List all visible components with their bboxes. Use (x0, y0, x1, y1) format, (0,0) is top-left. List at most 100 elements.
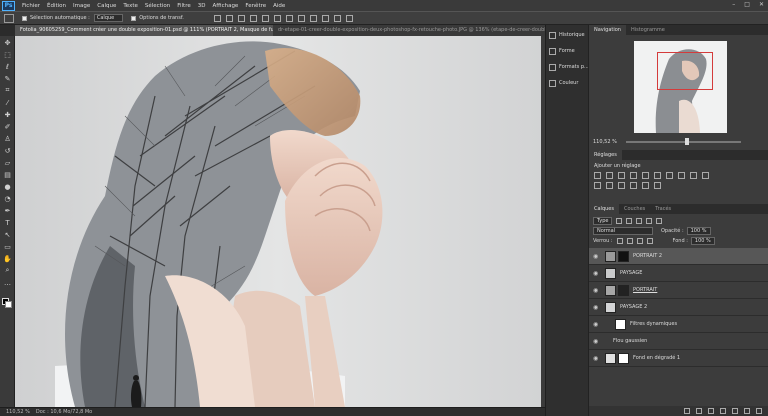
distribute-middle-icon[interactable] (297, 14, 305, 22)
visibility-eye-icon[interactable]: ◉ (593, 253, 601, 260)
color-lookup-icon[interactable] (594, 182, 601, 189)
navigator-zoom-value[interactable]: 110,52 % (593, 139, 617, 145)
panel-shapes[interactable]: Forme (549, 45, 588, 57)
menu-type[interactable]: Texte (123, 3, 138, 9)
close-button[interactable]: ✕ (759, 1, 764, 8)
menu-3d[interactable]: 3D (198, 3, 206, 9)
panel-color[interactable]: Couleur (549, 77, 588, 89)
filter-type-icon[interactable] (636, 218, 643, 224)
blur-tool-icon[interactable]: ● (3, 182, 12, 191)
fill-input[interactable]: 100 % (690, 237, 715, 245)
filter-smart-object-icon[interactable] (656, 218, 663, 224)
gradient-map-icon[interactable] (642, 182, 649, 189)
rectangle-tool-icon[interactable]: ▭ (3, 242, 12, 251)
hue-saturation-icon[interactable] (654, 172, 661, 179)
navigator-view-frame[interactable] (657, 52, 713, 90)
levels-icon[interactable] (606, 172, 613, 179)
align-center-icon[interactable] (261, 14, 269, 22)
blend-mode-dropdown[interactable]: Normal (593, 227, 653, 235)
tab-adjustments[interactable]: Réglages (589, 150, 622, 160)
brightness-icon[interactable] (594, 172, 601, 179)
panel-paragraph[interactable]: Formats p... (549, 61, 589, 73)
lock-paint-icon[interactable] (626, 238, 633, 244)
mask-thumb-icon[interactable] (618, 250, 629, 262)
brush-tool-icon[interactable]: ✐ (3, 122, 12, 131)
visibility-eye-icon[interactable]: ◉ (593, 338, 601, 345)
eyedropper-tool-icon[interactable]: ⁄ (3, 98, 12, 107)
align-bottom-icon[interactable] (237, 14, 245, 22)
tab-channels[interactable]: Couches (619, 204, 650, 214)
distribute-top-icon[interactable] (285, 14, 293, 22)
channel-mixer-icon[interactable] (702, 172, 709, 179)
more-tools-icon[interactable]: … (3, 278, 12, 287)
filter-pixel-icon[interactable] (616, 218, 623, 224)
stamp-tool-icon[interactable]: ♙ (3, 134, 12, 143)
black-white-icon[interactable] (678, 172, 685, 179)
photo-filter-icon[interactable] (690, 172, 697, 179)
visibility-eye-icon[interactable]: ◉ (593, 304, 601, 311)
distribute-left-icon[interactable] (321, 14, 329, 22)
lock-pixels-icon[interactable] (616, 238, 623, 244)
vibrance-icon[interactable] (642, 172, 649, 179)
layer-row[interactable]: ◉ PORTRAIT (589, 282, 768, 299)
visibility-eye-icon[interactable]: ◉ (593, 321, 601, 328)
mask-thumb-icon[interactable] (618, 352, 629, 364)
add-mask-icon[interactable] (708, 408, 714, 414)
menu-layer[interactable]: Calque (97, 3, 116, 9)
gradient-tool-icon[interactable]: ▤ (3, 170, 12, 179)
layer-row[interactable]: ◉ Flou gaussien (589, 333, 768, 350)
menu-filter[interactable]: Filtre (177, 3, 191, 9)
text-tool-icon[interactable]: T (3, 218, 12, 227)
menu-help[interactable]: Aide (273, 3, 285, 9)
posterize-icon[interactable] (618, 182, 625, 189)
layer-row[interactable]: ◉ Filtres dynamiques (589, 316, 768, 333)
minimize-button[interactable]: – (732, 1, 735, 8)
exposure-icon[interactable] (630, 172, 637, 179)
history-brush-tool-icon[interactable]: ↺ (3, 146, 12, 155)
maximize-button[interactable]: □ (744, 1, 750, 8)
tab-document-2[interactable]: dr-etape-01-creer-double-exposition-deux… (273, 25, 545, 36)
layer-row[interactable]: ◉ PORTRAIT 2 (589, 248, 768, 265)
filter-adjustment-icon[interactable] (626, 218, 633, 224)
threshold-icon[interactable] (630, 182, 637, 189)
align-left-icon[interactable] (249, 14, 257, 22)
document-canvas[interactable] (15, 36, 542, 407)
tab-layers[interactable]: Calques (589, 204, 619, 214)
layer-filter-dropdown[interactable]: Type (593, 217, 613, 225)
navigator-thumbnail[interactable] (634, 41, 727, 133)
tab-paths[interactable]: Tracés (650, 204, 676, 214)
lasso-tool-icon[interactable]: ℓ (3, 62, 12, 71)
align-right-icon[interactable] (273, 14, 281, 22)
selective-color-icon[interactable] (654, 182, 661, 189)
pen-tool-icon[interactable]: ✒ (3, 206, 12, 215)
auto-select-dropdown[interactable]: Calque (93, 14, 124, 22)
healing-tool-icon[interactable]: ✚ (3, 110, 12, 119)
move-tool-icon[interactable]: ✥ (3, 38, 12, 47)
menu-image[interactable]: Image (73, 3, 90, 9)
tab-histogram[interactable]: Histogramme (626, 25, 670, 35)
opacity-input[interactable]: 100 % (686, 227, 711, 235)
new-group-icon[interactable] (732, 408, 738, 414)
hand-tool-icon[interactable]: ✋ (3, 254, 12, 263)
auto-select-checkbox[interactable] (22, 15, 27, 21)
navigator-zoom-slider[interactable] (626, 141, 741, 143)
move-tool-icon[interactable] (4, 13, 14, 23)
layer-row[interactable]: ◉ PAYSAGE 2 (589, 299, 768, 316)
lock-all-icon[interactable] (646, 238, 653, 244)
align-middle-icon[interactable] (225, 14, 233, 22)
transform-checkbox[interactable] (131, 15, 137, 21)
invert-icon[interactable] (606, 182, 613, 189)
fx-icon[interactable] (696, 408, 702, 414)
eraser-tool-icon[interactable]: ▱ (3, 158, 12, 167)
crop-tool-icon[interactable]: ⌗ (3, 86, 12, 95)
path-select-tool-icon[interactable]: ↖ (3, 230, 12, 239)
link-icon[interactable] (684, 408, 690, 414)
visibility-eye-icon[interactable]: ◉ (593, 355, 601, 362)
menu-edit[interactable]: Édition (47, 3, 66, 9)
layer-row[interactable]: ◉ Fond en dégradé 1 (589, 350, 768, 367)
marquee-tool-icon[interactable]: ⬚ (3, 50, 12, 59)
tab-document-1[interactable]: Fotolia_90605259_Comment créer une doubl… (15, 25, 273, 36)
new-layer-icon[interactable] (744, 408, 750, 414)
lock-position-icon[interactable] (636, 238, 643, 244)
menu-select[interactable]: Sélection (145, 3, 170, 9)
